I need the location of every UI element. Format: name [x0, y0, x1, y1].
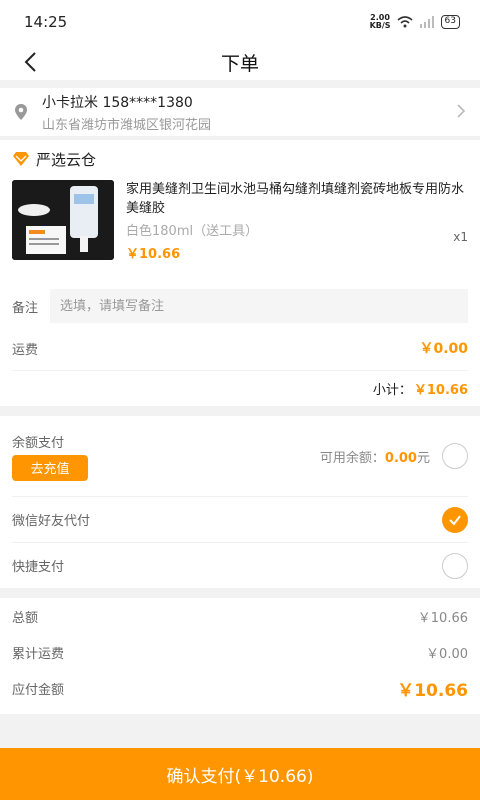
shop-header: 严选云仓	[12, 146, 468, 172]
note-row: 备注	[12, 286, 468, 326]
payable-value: ￥10.66	[397, 680, 468, 701]
chevron-right-icon	[457, 104, 466, 118]
note-label: 备注	[12, 300, 39, 316]
payable-label: 应付金额	[12, 682, 65, 698]
total-value: ￥10.66	[417, 610, 468, 626]
product-image-icon	[12, 180, 114, 260]
freight-row: 累计运费 ￥0.00	[12, 634, 468, 670]
subtotal-value: ￥10.66	[413, 383, 468, 398]
total-row: 总额 ￥10.66	[12, 598, 468, 634]
available-balance-value: 0.00	[384, 450, 417, 466]
checkmark-icon	[449, 514, 461, 526]
wifi-icon	[397, 16, 413, 28]
status-icons: 2.00 KB/S 63	[370, 14, 460, 30]
back-icon[interactable]	[18, 48, 46, 76]
freight-label: 累计运费	[12, 646, 65, 662]
subtotal-label: 小计：	[372, 383, 412, 398]
battery-icon: 63	[440, 15, 460, 29]
wechat-friend-pay-label: 微信好友代付	[12, 514, 91, 529]
confirm-pay-button[interactable]: 确认支付(￥10.66)	[0, 748, 480, 800]
address-text: 小卡拉米 158****1380 山东省潍坊市潍城区银河花园	[42, 92, 211, 133]
summary-card: 总额 ￥10.66 累计运费 ￥0.00 应付金额 ￥10.66	[0, 598, 480, 714]
total-label: 总额	[12, 610, 39, 626]
available-balance: 可用余额：0.00元	[320, 447, 430, 466]
payment-card: 余额支付 去充值 可用余额：0.00元 微信好友代付 快捷支付	[0, 416, 480, 588]
recharge-button[interactable]: 去充值	[12, 454, 88, 481]
recipient-name-phone: 小卡拉米 158****1380	[42, 94, 193, 111]
location-pin-icon	[15, 104, 27, 120]
shipping-row: 运费 ￥0.00	[12, 326, 468, 370]
subtotal-row: 小计： ￥10.66	[12, 370, 468, 406]
status-time: 14:25	[24, 13, 68, 31]
payable-row: 应付金额 ￥10.66	[12, 670, 468, 706]
status-bar: 14:25 2.00 KB/S 63	[0, 0, 480, 44]
net-speed: 2.00 KB/S	[369, 13, 391, 30]
shipping-label: 运费	[12, 342, 39, 358]
product-item[interactable]: 家用美缝剂卫生间水池马桶勾缝剂填缝剂瓷砖地板专用防水美缝胶 白色180ml（送工…	[12, 180, 468, 262]
product-title: 家用美缝剂卫生间水池马桶勾缝剂填缝剂瓷砖地板专用防水美缝胶	[126, 182, 465, 216]
wechat-friend-pay-row[interactable]: 微信好友代付	[12, 496, 468, 542]
shipping-value: ￥0.00	[419, 341, 468, 357]
quick-pay-row[interactable]: 快捷支付	[12, 542, 468, 588]
available-balance-unit: 元	[416, 450, 430, 466]
wechat-friend-pay-radio[interactable]	[442, 506, 468, 533]
product-quantity: x1	[453, 230, 468, 244]
address-detail: 山东省潍坊市潍城区银河花园	[42, 117, 212, 133]
note-input[interactable]	[50, 289, 468, 323]
balance-pay-left: 余额支付 去充值	[12, 432, 88, 481]
balance-pay-label: 余额支付	[12, 435, 65, 451]
product-price: ￥10.66	[126, 247, 181, 262]
address-card[interactable]: 小卡拉米 158****1380 山东省潍坊市潍城区银河花园	[0, 88, 480, 136]
shop-name: 严选云仓	[36, 150, 97, 169]
freight-value: ￥0.00	[426, 646, 468, 662]
balance-pay-radio[interactable]	[442, 443, 468, 469]
quick-pay-radio[interactable]	[442, 552, 468, 579]
nav-bar: 下单	[0, 44, 480, 80]
diamond-icon	[13, 152, 29, 166]
balance-pay-row[interactable]: 余额支付 去充值 可用余额：0.00元	[12, 416, 468, 496]
product-thumbnail	[12, 180, 114, 260]
product-info: 家用美缝剂卫生间水池马桶勾缝剂填缝剂瓷砖地板专用防水美缝胶 白色180ml（送工…	[126, 180, 468, 262]
signal-icon	[419, 16, 434, 28]
available-balance-label: 可用余额：	[319, 450, 385, 466]
order-card: 严选云仓 家用美缝剂卫生间水池马桶勾缝剂填缝剂瓷砖地板专用防水美缝胶 白色180…	[0, 140, 480, 406]
page-title: 下单	[220, 52, 259, 75]
product-spec: 白色180ml（送工具）	[126, 224, 259, 239]
quick-pay-label: 快捷支付	[12, 560, 65, 575]
